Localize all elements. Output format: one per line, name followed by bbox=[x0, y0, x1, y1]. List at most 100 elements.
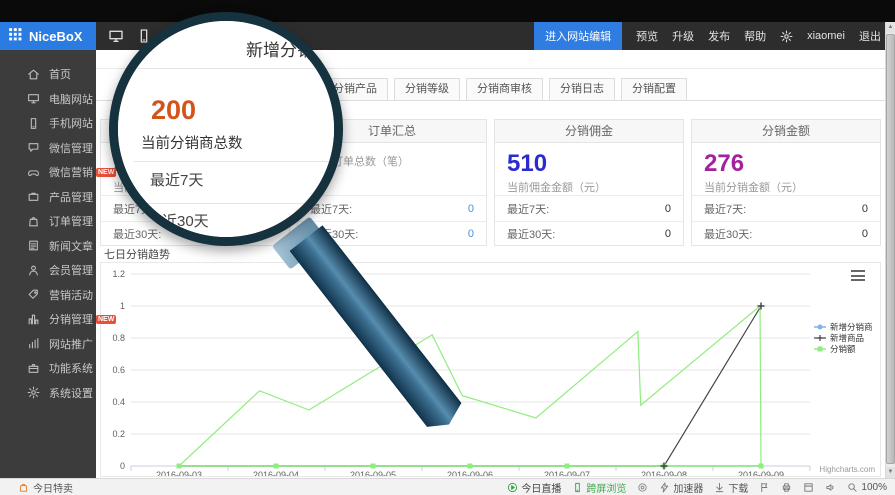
highcharts-credit[interactable]: Highcharts.com bbox=[819, 465, 875, 474]
window-icon bbox=[803, 482, 814, 493]
magnified-divider bbox=[130, 203, 334, 204]
svg-text:2016-09-03: 2016-09-03 bbox=[156, 470, 202, 476]
scrollbar-up-arrow[interactable]: ▲ bbox=[886, 22, 895, 33]
status-tool-label: 跨屏浏览 bbox=[586, 480, 626, 495]
magnifier-icon bbox=[847, 482, 858, 493]
sale-bag-icon bbox=[18, 482, 29, 493]
logout-link[interactable]: 退出 bbox=[859, 28, 881, 44]
sidebar-item-10[interactable]: 营销活动 bbox=[0, 283, 96, 308]
sidebar-item-1[interactable]: 首页 bbox=[0, 62, 96, 87]
card-row: 最近7天:0 bbox=[495, 196, 683, 221]
sidebar-item-14[interactable]: 系统设置 bbox=[0, 381, 96, 406]
product-icon bbox=[27, 190, 40, 203]
sidebar-item-4[interactable]: 微信管理 bbox=[0, 136, 96, 161]
new-badge: NEW bbox=[96, 168, 116, 177]
sidebar-item-label: 营销活动 bbox=[49, 287, 93, 303]
sidebar-item-11[interactable]: 分销管理NEW bbox=[0, 307, 96, 332]
sidebar-item-5[interactable]: 微信营销NEW bbox=[0, 160, 96, 185]
card-caption: 当前佣金金额（元） bbox=[507, 179, 671, 195]
sidebar-item-9[interactable]: 会员管理 bbox=[0, 258, 96, 283]
legend-item-3[interactable]: 分销额 bbox=[814, 343, 873, 354]
wechat-icon bbox=[27, 141, 40, 154]
svg-text:1.2: 1.2 bbox=[112, 269, 125, 279]
phone-icon bbox=[27, 117, 40, 130]
scrollbar-thumb[interactable] bbox=[886, 34, 895, 464]
svg-text:2016-09-08: 2016-09-08 bbox=[641, 470, 687, 476]
status-tool-5[interactable]: 下载 bbox=[714, 480, 748, 495]
topbar-link-1[interactable]: 升级 bbox=[672, 31, 694, 43]
sidebar-item-8[interactable]: 新闻文章 bbox=[0, 234, 96, 259]
today-sale-label: 今日特卖 bbox=[33, 480, 73, 495]
card-row-value[interactable]: 0 bbox=[665, 228, 671, 240]
gear-icon[interactable] bbox=[780, 30, 793, 43]
tab-4[interactable]: 分销日志 bbox=[549, 78, 615, 101]
tab-2[interactable]: 分销等级 bbox=[394, 78, 460, 101]
topbar-link-0[interactable]: 预览 bbox=[636, 31, 658, 43]
status-tool-7[interactable] bbox=[781, 482, 792, 493]
topbar-link-3[interactable]: 帮助 bbox=[744, 31, 766, 43]
card-row-value[interactable]: 0 bbox=[468, 203, 474, 215]
card-row: 最近30天: 0 bbox=[495, 221, 683, 246]
status-tool-label: 今日直播 bbox=[521, 480, 561, 495]
status-bar-tools: 今日直播 跨屏浏览 加速器下载 100% bbox=[507, 480, 887, 495]
tab-3[interactable]: 分销商审核 bbox=[466, 78, 543, 101]
stat-card-4: 分销金额276当前分销金额（元）最近7天:0最近30天:0 bbox=[691, 119, 881, 246]
card-row-value[interactable]: 0 bbox=[468, 228, 474, 240]
speaker-icon bbox=[825, 482, 836, 493]
sidebar-item-label: 手机网站 bbox=[49, 115, 93, 131]
today-sale-item[interactable]: 今日特卖 bbox=[18, 480, 73, 495]
sidebar-item-2[interactable]: 电脑网站 bbox=[0, 87, 96, 112]
down-arrow-icon bbox=[714, 482, 725, 493]
sidebar-item-label: 微信管理 bbox=[49, 140, 93, 156]
card-row-value[interactable]: 0 bbox=[665, 203, 671, 215]
bolt-icon bbox=[659, 482, 670, 493]
legend-label: 分销额 bbox=[830, 343, 856, 355]
enter-site-editor-button[interactable]: 进入网站编辑 bbox=[534, 22, 622, 50]
distribution-icon bbox=[27, 313, 40, 326]
grid-icon bbox=[8, 27, 22, 46]
sidebar-item-12[interactable]: 网站推广 bbox=[0, 332, 96, 357]
svg-text:2016-09-04: 2016-09-04 bbox=[253, 470, 299, 476]
monitor-icon bbox=[27, 92, 40, 105]
sidebar-item-3[interactable]: 手机网站 bbox=[0, 111, 96, 136]
status-tool-10[interactable]: 100% bbox=[847, 482, 887, 493]
status-tool-2[interactable]: 跨屏浏览 bbox=[572, 480, 626, 495]
card-row-value[interactable]: 0 bbox=[862, 203, 868, 215]
card-row: 最近7天:0 bbox=[298, 196, 486, 221]
chart-menu-icon[interactable] bbox=[851, 270, 865, 281]
svg-text:0: 0 bbox=[120, 461, 125, 471]
magnified-divider bbox=[134, 161, 334, 162]
scrollbar-down-arrow[interactable]: ▼ bbox=[886, 467, 895, 478]
username[interactable]: xiaomei bbox=[807, 30, 845, 42]
tab-5[interactable]: 分销配置 bbox=[621, 78, 687, 101]
magnified-card-value: 200 bbox=[151, 95, 196, 126]
topbar-link-2[interactable]: 发布 bbox=[708, 31, 730, 43]
sidebar-item-label: 首页 bbox=[49, 66, 71, 82]
promotion-icon bbox=[27, 337, 40, 350]
status-tool-1[interactable]: 今日直播 bbox=[507, 480, 561, 495]
flag-icon bbox=[759, 482, 770, 493]
card-title: 分销金额 bbox=[692, 120, 880, 143]
svg-text:1: 1 bbox=[120, 301, 125, 311]
status-tool-6[interactable] bbox=[759, 482, 770, 493]
magnifier-lens: 新增分销商 200 当前分销商总数 最近7天 最近30天 bbox=[109, 12, 343, 246]
legend-item-2[interactable]: 新增商品 bbox=[814, 332, 873, 343]
status-tool-8[interactable] bbox=[803, 482, 814, 493]
status-tool-9[interactable] bbox=[825, 482, 836, 493]
logo-block[interactable]: NiceBoX bbox=[0, 22, 96, 50]
new-badge: NEW bbox=[96, 315, 116, 324]
settings-icon bbox=[780, 30, 793, 43]
card-row: 最近7天:0 bbox=[692, 196, 880, 221]
svg-text:2016-09-05: 2016-09-05 bbox=[350, 470, 396, 476]
marketing-icon bbox=[27, 166, 40, 179]
sidebar-item-13[interactable]: 功能系统 bbox=[0, 356, 96, 381]
status-tool-3[interactable] bbox=[637, 482, 648, 493]
card-row-label: 最近30天: bbox=[507, 226, 555, 242]
status-tool-4[interactable]: 加速器 bbox=[659, 480, 703, 495]
legend-item-1[interactable]: 新增分销商 bbox=[814, 321, 873, 332]
card-value: 510 bbox=[507, 151, 671, 177]
sidebar-item-7[interactable]: 订单管理 bbox=[0, 209, 96, 234]
card-row-value[interactable]: 0 bbox=[862, 228, 868, 240]
vertical-scrollbar[interactable]: ▲ ▼ bbox=[885, 22, 895, 478]
sidebar-item-6[interactable]: 产品管理 bbox=[0, 185, 96, 210]
